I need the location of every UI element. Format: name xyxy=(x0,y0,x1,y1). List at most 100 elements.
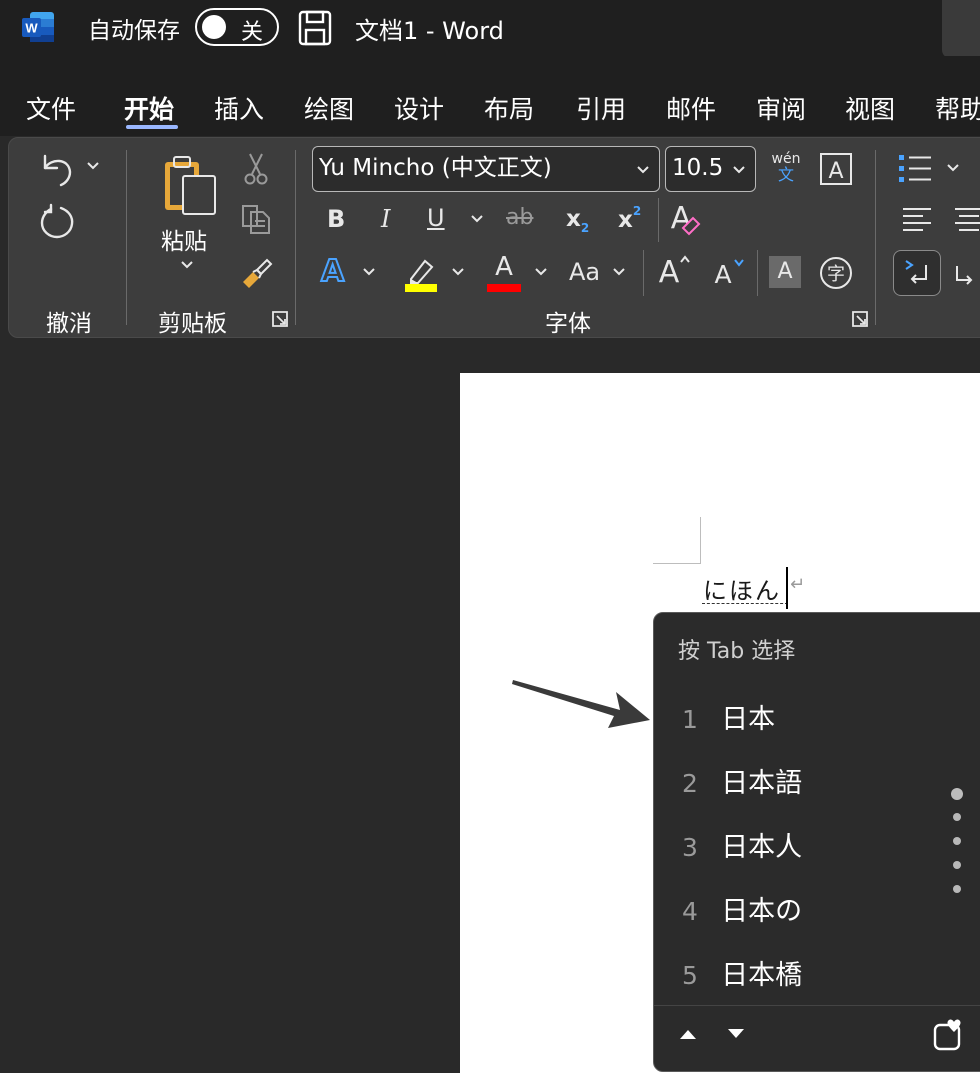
character-border-icon[interactable]: A xyxy=(819,152,853,186)
text-effects-button[interactable]: A xyxy=(320,253,345,290)
page-indicator-dot[interactable] xyxy=(953,837,961,845)
ime-candidate-window: 按 Tab 选择 1 日本 2 日本語 3 日本人 4 日本の 5 日本橋 xyxy=(653,612,980,1072)
page-indicator-dot[interactable] xyxy=(953,813,961,821)
font-size-value: 10.5 xyxy=(672,155,724,181)
align-center-icon[interactable] xyxy=(953,206,980,234)
font-name-chevron-icon[interactable] xyxy=(635,147,651,191)
tab-draw[interactable]: 绘图 xyxy=(304,90,354,126)
page-indicator-dot-active[interactable] xyxy=(951,788,963,800)
font-color-swatch xyxy=(487,284,521,292)
phonetic-guide-bottom: 文 xyxy=(777,165,794,184)
clipboard-group-label: 剪贴板 xyxy=(158,311,227,337)
candidate-text: 日本の xyxy=(721,896,803,927)
undo-group-label: 撤消 xyxy=(46,311,92,337)
document-text[interactable]: にほん xyxy=(703,571,781,606)
divider xyxy=(658,198,659,242)
superscript-button[interactable]: x2 xyxy=(618,204,641,233)
tab-references[interactable]: 引用 xyxy=(576,90,626,126)
font-size-chevron-icon[interactable] xyxy=(731,147,747,191)
subscript-glyph: x xyxy=(566,206,581,232)
divider xyxy=(757,250,758,296)
ime-favorite-heart-icon[interactable] xyxy=(932,1018,966,1052)
font-dialog-launcher-icon[interactable] xyxy=(851,310,869,328)
undo-dropdown-chevron-icon[interactable] xyxy=(85,160,101,172)
ime-candidate-2[interactable]: 2 日本語 xyxy=(682,761,802,809)
annotation-arrow-icon xyxy=(508,672,654,732)
font-name-value: Yu Mincho (中文正文) xyxy=(319,155,552,181)
ribbon-home: 撤消 粘贴 剪贴板 Yu Mincho (中文正文) 10.5 wén 文 A … xyxy=(8,137,980,338)
font-size-combobox[interactable]: 10.5 xyxy=(665,146,756,192)
grow-font-icon[interactable]: A xyxy=(657,252,693,288)
subscript-button[interactable]: x2 xyxy=(566,206,589,235)
candidate-text: 日本 xyxy=(721,704,776,735)
ime-candidate-3[interactable]: 3 日本人 xyxy=(682,825,802,873)
enclose-characters-icon[interactable]: 字 xyxy=(819,256,853,290)
format-painter-icon[interactable] xyxy=(239,254,275,290)
superscript-mark: 2 xyxy=(632,204,642,218)
bullets-chevron-icon[interactable] xyxy=(945,162,961,174)
divider xyxy=(643,250,644,296)
window-control-area[interactable] xyxy=(942,0,980,58)
active-tab-indicator xyxy=(126,125,178,129)
candidate-number: 4 xyxy=(682,897,698,926)
text-effects-chevron-icon[interactable] xyxy=(361,266,377,278)
tab-file[interactable]: 文件 xyxy=(26,90,76,126)
tab-review[interactable]: 审阅 xyxy=(756,90,806,126)
font-color-chevron-icon[interactable] xyxy=(533,266,549,278)
redo-icon[interactable] xyxy=(37,202,77,242)
highlight-color-icon[interactable] xyxy=(403,253,439,293)
paste-label[interactable]: 粘贴 xyxy=(161,222,207,256)
font-name-combobox[interactable]: Yu Mincho (中文正文) xyxy=(312,146,660,192)
group-divider xyxy=(875,150,876,325)
candidate-text: 日本語 xyxy=(721,768,803,799)
autosave-toggle[interactable]: 关 xyxy=(195,8,279,46)
change-case-button[interactable]: Aa xyxy=(569,258,600,286)
paste-dropdown-chevron-icon[interactable] xyxy=(179,259,195,271)
shrink-font-icon[interactable]: A xyxy=(711,256,747,288)
clipboard-dialog-launcher-icon[interactable] xyxy=(271,310,289,328)
rtl-direction-icon[interactable] xyxy=(953,260,980,290)
phonetic-guide-icon[interactable]: wén 文 xyxy=(769,152,803,184)
bold-button[interactable]: B xyxy=(327,205,345,233)
highlight-chevron-icon[interactable] xyxy=(450,266,466,278)
change-case-chevron-icon[interactable] xyxy=(611,266,627,278)
ime-candidate-4[interactable]: 4 日本の xyxy=(682,889,802,937)
font-color-icon[interactable]: A xyxy=(487,253,521,292)
ime-previous-page-icon[interactable] xyxy=(678,1027,698,1041)
strikethrough-button[interactable]: ab xyxy=(506,205,533,230)
tab-insert[interactable]: 插入 xyxy=(214,90,264,126)
autosave-state: 关 xyxy=(241,20,264,45)
clear-formatting-icon[interactable]: A xyxy=(667,200,703,238)
word-logo-icon: W xyxy=(20,10,56,44)
page-indicator-dot[interactable] xyxy=(953,861,961,869)
page-indicator-dot[interactable] xyxy=(953,885,961,893)
tab-home[interactable]: 开始 xyxy=(124,90,174,126)
tab-mailings[interactable]: 邮件 xyxy=(666,90,716,126)
undo-icon[interactable] xyxy=(37,150,77,190)
underline-button[interactable]: U xyxy=(427,204,445,232)
grow-font-glyph: A xyxy=(659,255,680,288)
ime-next-page-icon[interactable] xyxy=(726,1027,746,1041)
ltr-direction-button[interactable] xyxy=(893,250,941,296)
enclose-characters-glyph: 字 xyxy=(827,264,845,285)
align-left-icon[interactable] xyxy=(901,206,933,234)
italic-button[interactable]: I xyxy=(381,205,390,233)
tab-design[interactable]: 设计 xyxy=(394,90,444,126)
save-icon[interactable] xyxy=(298,10,332,46)
ime-candidate-5[interactable]: 5 日本橋 xyxy=(682,953,802,1001)
character-shading-button[interactable]: A xyxy=(769,256,801,288)
character-border-glyph: A xyxy=(828,159,843,184)
tab-layout[interactable]: 布局 xyxy=(484,90,534,126)
tab-view[interactable]: 视图 xyxy=(845,90,895,126)
ribbon-tab-bar: 文件 开始 插入 绘图 设计 布局 引用 邮件 审阅 视图 帮助 xyxy=(0,56,980,136)
paste-icon[interactable] xyxy=(161,154,219,218)
tab-help[interactable]: 帮助 xyxy=(935,90,980,126)
paragraph-return-mark: ↵ xyxy=(790,574,806,595)
copy-icon[interactable] xyxy=(239,202,273,236)
bullets-icon[interactable] xyxy=(897,152,933,186)
margin-corner-mark xyxy=(653,517,701,564)
ime-candidate-1[interactable]: 1 日本 xyxy=(682,697,775,745)
cut-scissors-icon[interactable] xyxy=(243,152,269,186)
group-divider xyxy=(126,150,127,325)
underline-dropdown-chevron-icon[interactable] xyxy=(469,213,485,225)
